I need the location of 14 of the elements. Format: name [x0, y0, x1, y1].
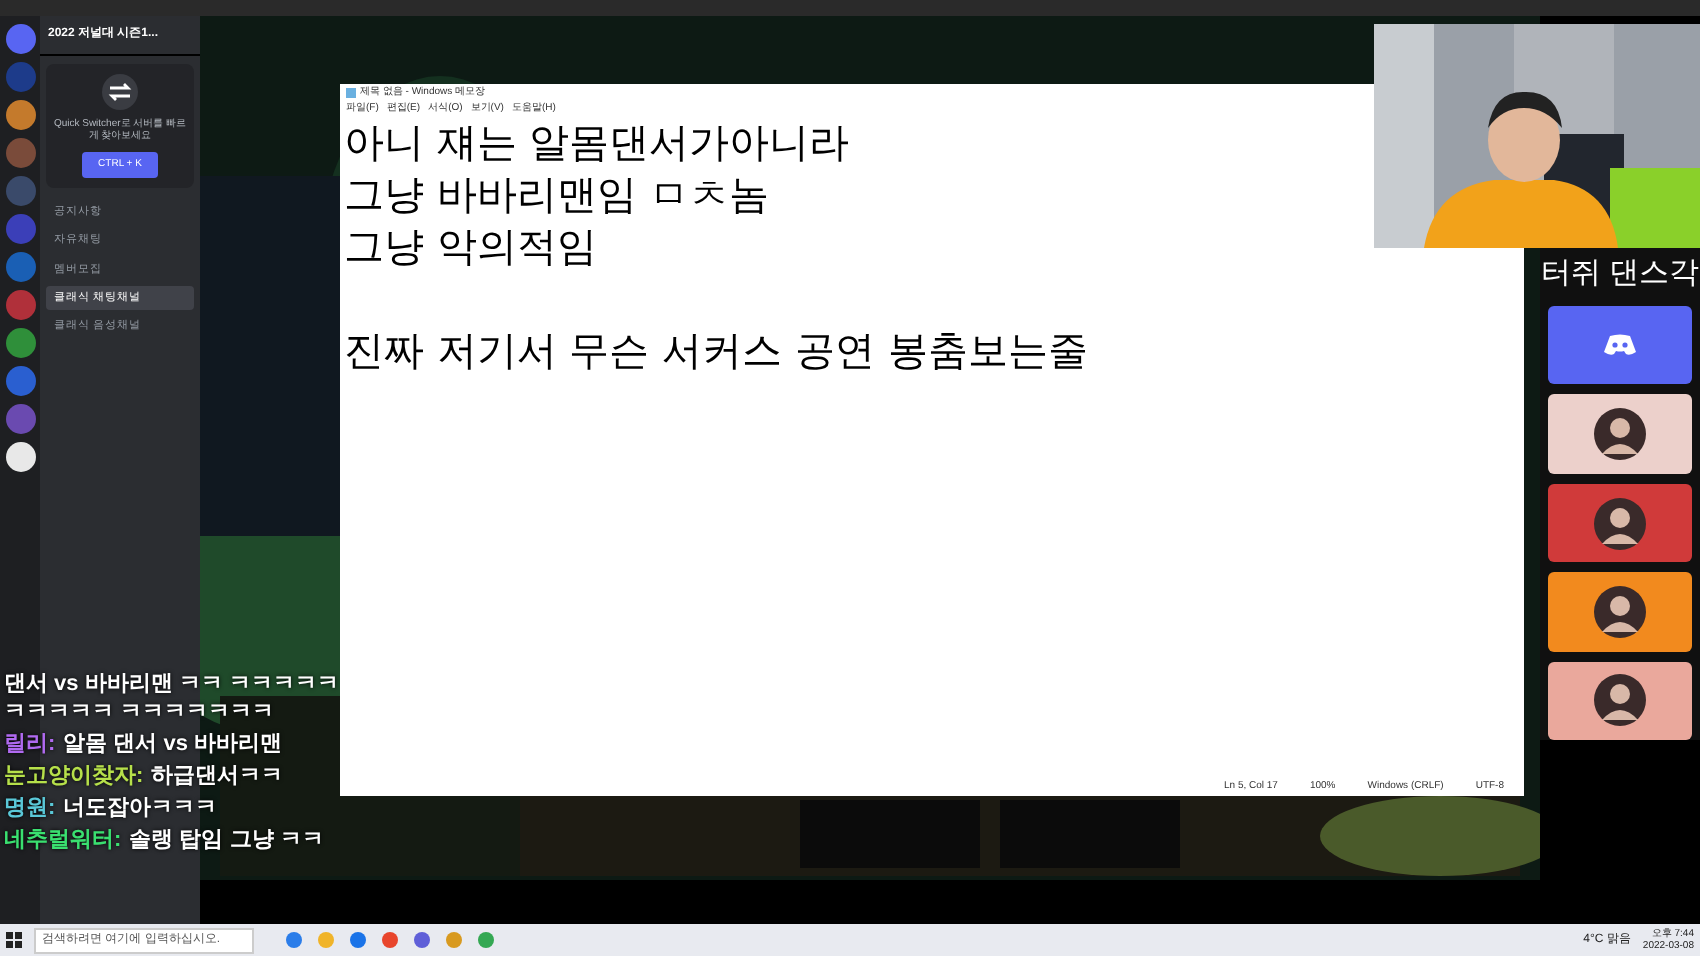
avatar-icon: [1594, 585, 1646, 638]
chat-message: 너도잡아ㅋㅋㅋ: [63, 796, 218, 820]
start-icon[interactable]: [6, 932, 22, 948]
chat-username: 명원:: [4, 796, 56, 820]
avatar-icon: [1594, 674, 1646, 727]
panel-title: 터쥐 댄스각: [1540, 254, 1700, 294]
chat-username: 네추럴워터:: [4, 828, 122, 852]
controller-icon: [1604, 334, 1636, 357]
server-icon[interactable]: [5, 442, 35, 472]
swap-icon: [102, 74, 138, 110]
chat-username: 릴리:: [4, 732, 56, 756]
avatar-icon: [1594, 408, 1646, 461]
avatar-icon: [1594, 497, 1646, 550]
chat-username: 눈고양이찾자:: [4, 764, 144, 788]
